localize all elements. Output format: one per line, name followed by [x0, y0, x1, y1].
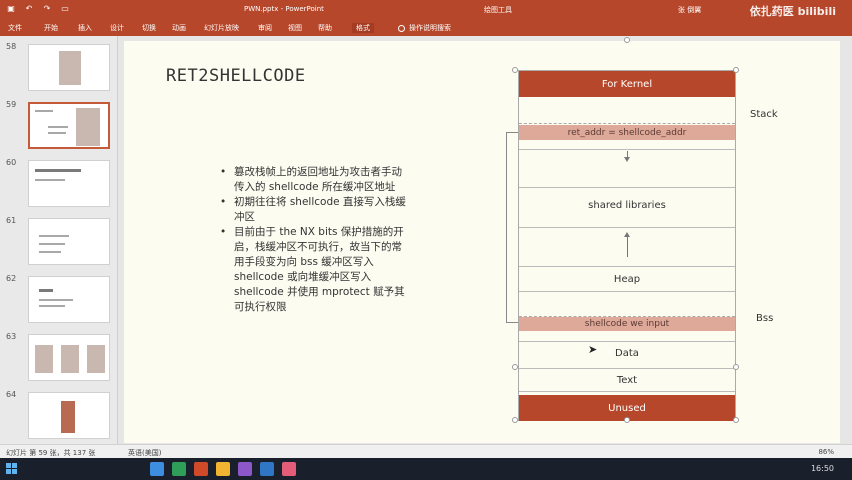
- zoom-level[interactable]: 86%: [818, 448, 834, 456]
- tab-insert[interactable]: 插入: [78, 23, 92, 33]
- watermark: 依扎药医 bilibili: [749, 5, 836, 18]
- selection-handle[interactable]: [733, 67, 739, 73]
- selection-handle[interactable]: [512, 364, 518, 370]
- thumbnail-60[interactable]: 60: [6, 156, 114, 212]
- current-slide[interactable]: RET2SHELLCODE 篡改栈帧上的返回地址为攻击者手动传入的 shellc…: [124, 37, 840, 443]
- taskbar-app-icon[interactable]: [216, 462, 230, 476]
- bss-label: Bss: [756, 313, 774, 324]
- taskbar-app-icon[interactable]: [172, 462, 186, 476]
- heap-segment: Heap: [519, 266, 735, 292]
- save-icon[interactable]: ▣: [6, 4, 16, 14]
- bullet-item: 初期往往将 shellcode 直接写入栈缓冲区: [220, 195, 410, 225]
- contextual-tool-tab: 绘图工具: [484, 6, 512, 14]
- selection-handle[interactable]: [512, 417, 518, 423]
- taskbar-app-icon[interactable]: [282, 462, 296, 476]
- stack-label: Stack: [750, 109, 778, 120]
- quick-access-toolbar: ▣ ↶ ↷ ▭: [6, 4, 70, 14]
- bullet-item: 目前由于 the NX bits 保护措施的开启，栈缓冲区不可执行，故当下的常用…: [220, 225, 410, 315]
- selection-handle[interactable]: [512, 67, 518, 73]
- data-segment: Data: [519, 341, 735, 365]
- lightbulb-icon: [398, 24, 405, 32]
- thumbnail-62[interactable]: 62: [6, 272, 114, 328]
- user-name[interactable]: 张 倒翼: [678, 5, 701, 15]
- tell-me-search[interactable]: 操作说明搜索: [398, 23, 451, 33]
- ret-to-shellcode-connector: [506, 132, 518, 323]
- tab-help[interactable]: 帮助: [318, 23, 332, 33]
- slide-position: 幻灯片 第 59 张，共 137 张: [6, 449, 96, 457]
- selection-handle[interactable]: [624, 417, 630, 423]
- taskbar: 16:50: [0, 458, 852, 480]
- stack-growth-arrow-icon: [624, 151, 630, 162]
- shellcode-segment: shellcode we input: [519, 317, 735, 331]
- language-indicator[interactable]: 英语(美国): [128, 448, 161, 458]
- thumbnail-58[interactable]: 58: [6, 40, 114, 96]
- undo-icon[interactable]: ↶: [24, 4, 34, 14]
- ribbon-tabs: 文件 开始 插入 设计 切换 动画 幻灯片放映 审阅 视图 帮助 格式 操作说明…: [0, 20, 852, 36]
- taskbar-app-icon[interactable]: [150, 462, 164, 476]
- heap-growth-arrow-icon: [624, 232, 630, 257]
- taskbar-app-icon[interactable]: [260, 462, 274, 476]
- tab-format[interactable]: 格式: [352, 23, 374, 33]
- text-segment: Text: [519, 368, 735, 392]
- windows-start-icon[interactable]: [6, 463, 17, 474]
- thumbnail-61[interactable]: 61: [6, 214, 114, 270]
- slide-title[interactable]: RET2SHELLCODE: [166, 66, 306, 86]
- taskbar-app-icon[interactable]: [238, 462, 252, 476]
- tab-slideshow[interactable]: 幻灯片放映: [204, 23, 239, 33]
- status-bar: 幻灯片 第 59 张，共 137 张 英语(美国) 86%: [0, 444, 852, 458]
- present-icon[interactable]: ▭: [60, 4, 70, 14]
- selection-handle[interactable]: [733, 364, 739, 370]
- tab-transitions[interactable]: 切换: [142, 23, 156, 33]
- bullet-list[interactable]: 篡改栈帧上的返回地址为攻击者手动传入的 shellcode 所在缓冲区地址 初期…: [220, 165, 410, 315]
- slide-thumbnails-pane[interactable]: 58 59 60 61 62 63 64: [0, 36, 118, 444]
- tab-home[interactable]: 开始: [44, 23, 58, 33]
- thumbnail-64[interactable]: 64: [6, 388, 114, 444]
- selection-handle[interactable]: [624, 37, 630, 43]
- tab-file[interactable]: 文件: [8, 23, 22, 33]
- redo-icon[interactable]: ↷: [42, 4, 52, 14]
- tab-design[interactable]: 设计: [110, 23, 124, 33]
- tab-review[interactable]: 审阅: [258, 23, 272, 33]
- mouse-cursor-icon: ➤: [588, 343, 598, 356]
- tab-view[interactable]: 视图: [288, 23, 302, 33]
- ret-addr-segment: ret_addr = shellcode_addr: [519, 125, 735, 140]
- clock[interactable]: 16:50: [811, 464, 834, 473]
- bullet-item: 篡改栈帧上的返回地址为攻击者手动传入的 shellcode 所在缓冲区地址: [220, 165, 410, 195]
- thumbnail-59[interactable]: 59: [6, 98, 114, 154]
- memory-layout-diagram[interactable]: For Kernel ret_addr = shellcode_addr sha…: [518, 70, 736, 421]
- document-title: PWN.pptx - PowerPoint: [244, 5, 324, 13]
- title-bar: ▣ ↶ ↷ ▭ PWN.pptx - PowerPoint 绘图工具 张 倒翼 …: [0, 0, 852, 20]
- shared-libraries-segment: shared libraries: [519, 187, 735, 223]
- thumbnail-63[interactable]: 63: [6, 330, 114, 386]
- selection-handle[interactable]: [733, 417, 739, 423]
- powerpoint-taskbar-icon[interactable]: [194, 462, 208, 476]
- tab-animations[interactable]: 动画: [172, 23, 186, 33]
- kernel-segment: For Kernel: [519, 71, 735, 97]
